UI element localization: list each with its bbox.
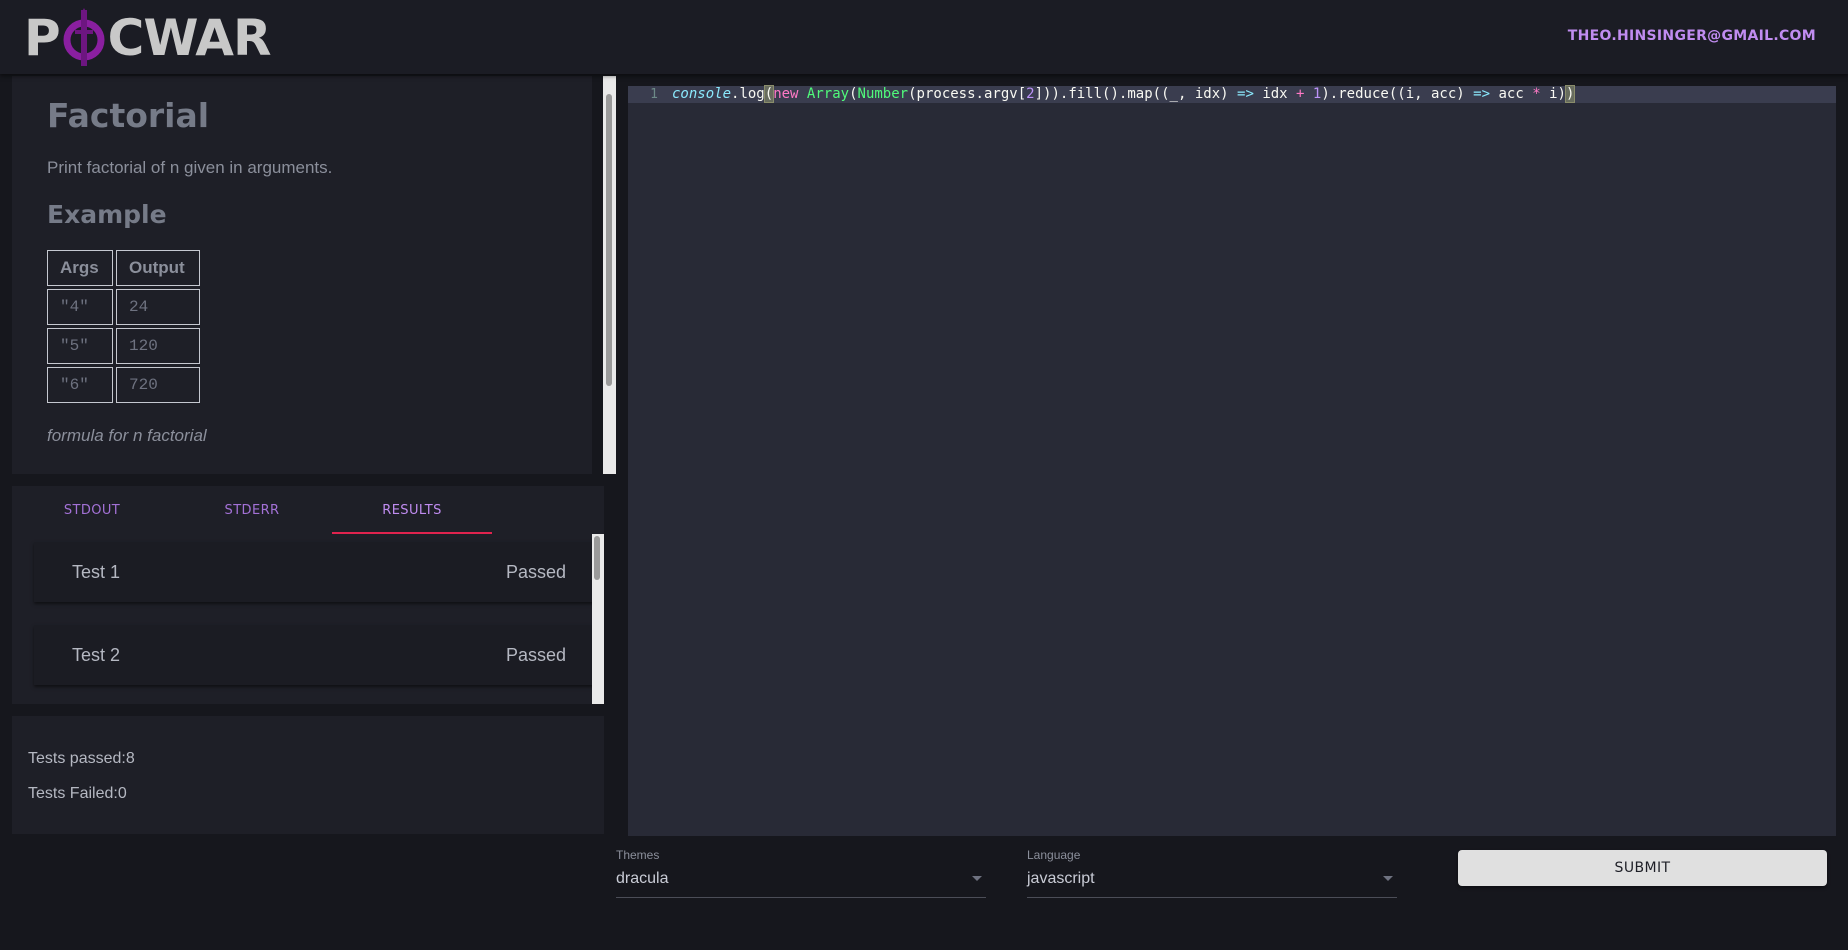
tests-passed-count: Tests passed:8 [28, 750, 135, 767]
table-row: "6" 720 [47, 367, 200, 403]
test-status: Passed [505, 561, 566, 582]
problem-scrollbar-thumb[interactable] [606, 94, 612, 386]
language-value: javascript [1027, 870, 1095, 887]
chevron-down-icon [972, 876, 982, 881]
tab-stderr[interactable]: STDERR [172, 486, 332, 534]
language-select[interactable]: Language javascript [1027, 848, 1397, 898]
themes-select[interactable]: Themes dracula [616, 848, 986, 898]
tab-results[interactable]: RESULTS [332, 486, 492, 534]
code-editor[interactable]: 1 console.log(new Array(Number(process.a… [628, 85, 1836, 836]
problem-title: Factorial [47, 96, 210, 135]
table-cell-output: 720 [116, 367, 200, 403]
user-email-link[interactable]: THEO.HINSINGER@GMAIL.COM [1568, 28, 1816, 44]
problem-content: Factorial Print factorial of n given in … [47, 96, 567, 446]
editor-active-line[interactable]: 1 console.log(new Array(Number(process.a… [628, 85, 1836, 103]
table-cell-args: "4" [47, 289, 113, 325]
logo-text-left: P [24, 9, 61, 67]
table-header-args: Args [47, 250, 113, 286]
table-header-output: Output [116, 250, 200, 286]
list-item[interactable]: Test 1 Passed [34, 542, 592, 602]
results-scrollbar-thumb[interactable] [594, 536, 600, 580]
test-status: Passed [505, 644, 566, 665]
list-item[interactable]: Test 2 Passed [34, 625, 592, 685]
sword-logo-icon [60, 8, 108, 68]
submit-button[interactable]: SUBMIT [1458, 850, 1827, 886]
test-name: Test 2 [72, 644, 121, 665]
line-number: 1 [650, 87, 658, 102]
table-cell-args: "6" [47, 367, 113, 403]
table-cell-args: "5" [47, 328, 113, 364]
output-panel: STDOUT STDERR RESULTS Test 1 Passed Test… [12, 486, 604, 704]
table-cell-output: 24 [116, 289, 200, 325]
problem-note: formula for n factorial [47, 426, 207, 445]
logo-text-right: CWAR [107, 9, 272, 67]
themes-label: Themes [616, 848, 660, 862]
test-name: Test 1 [72, 561, 121, 582]
output-tabs: STDOUT STDERR RESULTS [12, 486, 604, 534]
table-row: "4" 24 [47, 289, 200, 325]
app-header: P CWAR THEO.HINSINGER@GMAIL.COM [0, 0, 1848, 74]
text-cursor [1574, 86, 1576, 102]
code-line[interactable]: console.log(new Array(Number(process.arg… [672, 85, 1576, 103]
tab-stdout[interactable]: STDOUT [12, 486, 172, 534]
summary-panel: Tests passed:8 Tests Failed:0 [12, 716, 604, 834]
example-table: Args Output "4" 24 "5" 120 "6" 720 [44, 247, 203, 406]
example-heading: Example [47, 200, 167, 229]
themes-value: dracula [616, 870, 669, 887]
problem-description: Print factorial of n given in arguments. [47, 158, 333, 177]
chevron-down-icon [1383, 876, 1393, 881]
table-row: "5" 120 [47, 328, 200, 364]
language-label: Language [1027, 848, 1081, 862]
tests-failed-count: Tests Failed:0 [28, 785, 127, 802]
table-cell-output: 120 [116, 328, 200, 364]
table-header-row: Args Output [47, 250, 200, 286]
problem-panel: Factorial Print factorial of n given in … [12, 76, 592, 474]
results-list: Test 1 Passed Test 2 Passed [12, 534, 592, 704]
pocwar-logo[interactable]: P CWAR [24, 8, 272, 68]
